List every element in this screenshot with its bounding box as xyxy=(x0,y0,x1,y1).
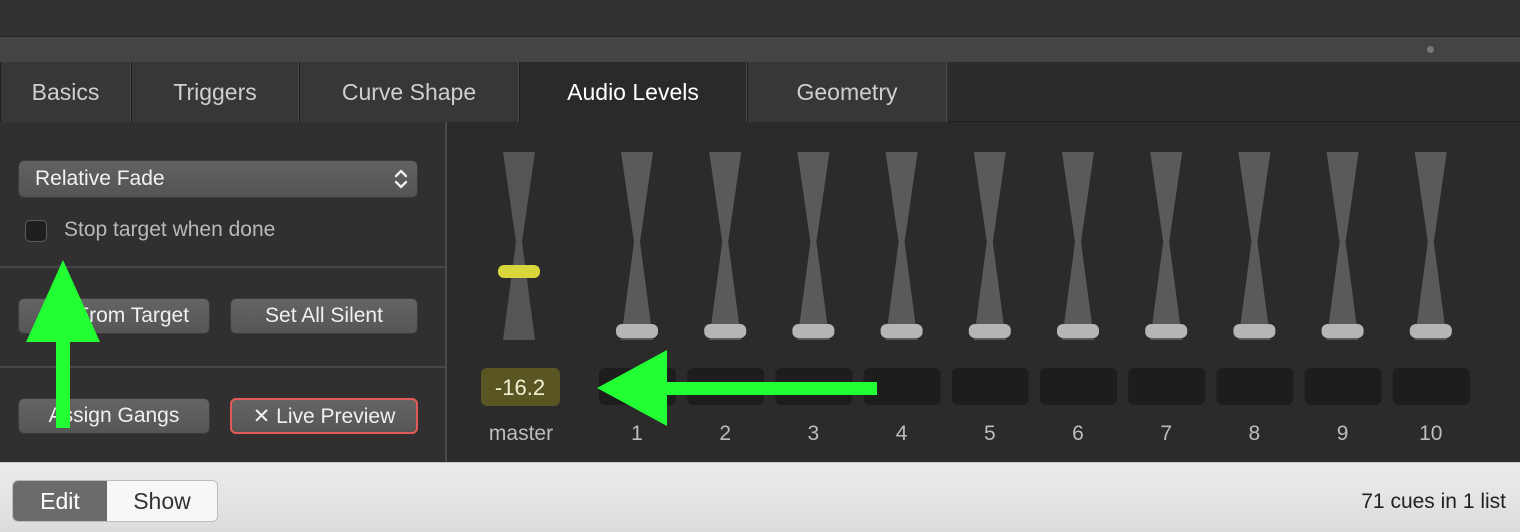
channel-fader-track[interactable] xyxy=(1326,152,1359,340)
channel-fader-6[interactable]: 6 xyxy=(1040,152,1117,445)
inspector-tab-bar: Basics Triggers Curve Shape Audio Levels… xyxy=(0,62,1520,122)
channel-label: 6 xyxy=(1072,422,1084,445)
annotation-arrow-left xyxy=(597,350,877,426)
channel-label: 4 xyxy=(896,422,908,445)
channel-fader-5[interactable]: 5 xyxy=(951,152,1029,445)
live-preview-button[interactable]: ✕ Live Preview xyxy=(230,398,418,434)
channel-fader-handle[interactable] xyxy=(1321,324,1364,338)
channel-fader-track[interactable] xyxy=(1150,152,1183,340)
stop-target-label: Stop target when done xyxy=(64,218,276,241)
master-level-value: -16.2 xyxy=(495,375,545,400)
channel-level-field[interactable] xyxy=(1392,368,1470,405)
fade-mode-value: Relative Fade xyxy=(35,167,165,190)
channel-fader-track[interactable] xyxy=(1238,152,1271,340)
channel-label: 2 xyxy=(719,422,731,445)
window-toolbar xyxy=(0,0,1520,36)
channel-fader-track[interactable] xyxy=(1414,152,1447,340)
show-mode-button[interactable]: Show xyxy=(107,481,217,521)
master-fader[interactable] xyxy=(498,152,540,340)
channel-level-field[interactable] xyxy=(1128,368,1206,405)
master-fader-handle[interactable] xyxy=(498,265,540,278)
cue-count-status: 71 cues in 1 list xyxy=(1361,490,1506,513)
channel-fader-2[interactable]: 2 xyxy=(687,152,765,445)
channel-level-field[interactable] xyxy=(1216,368,1294,405)
splitter-handle-icon[interactable] xyxy=(1427,46,1434,53)
channel-fader-3[interactable]: 3 xyxy=(775,152,853,445)
splitter-bar[interactable] xyxy=(0,36,1520,62)
bottom-status-bar: Edit Show 71 cues in 1 list xyxy=(0,462,1520,532)
channel-label: 3 xyxy=(808,422,820,445)
channel-level-field[interactable] xyxy=(951,368,1029,405)
channel-fader-handle[interactable] xyxy=(880,324,923,338)
edit-mode-button[interactable]: Edit xyxy=(13,481,107,521)
channel-fader-handle[interactable] xyxy=(1145,324,1188,338)
channel-fader-handle[interactable] xyxy=(704,324,747,338)
tab-geometry[interactable]: Geometry xyxy=(747,62,947,122)
tab-basics[interactable]: Basics xyxy=(0,62,131,122)
master-label: master xyxy=(489,422,553,445)
stop-target-checkbox[interactable] xyxy=(25,220,47,242)
tab-curve-shape[interactable]: Curve Shape xyxy=(299,62,519,122)
channel-label: 7 xyxy=(1160,422,1172,445)
annotation-arrow-up xyxy=(26,260,100,428)
channel-fader-9[interactable]: 9 xyxy=(1304,152,1382,445)
channel-fader-10[interactable]: 10 xyxy=(1392,152,1470,445)
chevron-up-down-icon xyxy=(394,169,408,189)
channel-label: 9 xyxy=(1337,422,1349,445)
fade-mode-select[interactable]: Relative Fade xyxy=(18,160,418,198)
channel-fader-track[interactable] xyxy=(797,152,830,340)
channel-fader-track[interactable] xyxy=(1062,152,1094,340)
channel-label: 8 xyxy=(1249,422,1261,445)
audio-levels-panel: -16.2 master 1 2 3 4 5 6 7 8 9 10 xyxy=(447,122,1520,462)
channel-label: 10 xyxy=(1419,422,1442,445)
master-fader-track[interactable] xyxy=(503,152,535,340)
tab-triggers[interactable]: Triggers xyxy=(131,62,299,122)
channel-fader-handle[interactable] xyxy=(1409,324,1452,338)
channel-fader-track[interactable] xyxy=(709,152,742,340)
channel-fader-7[interactable]: 7 xyxy=(1128,152,1206,445)
set-all-silent-button[interactable]: Set All Silent xyxy=(230,298,418,334)
channel-fader-4[interactable]: 4 xyxy=(863,152,941,445)
channel-fader-track[interactable] xyxy=(973,152,1006,340)
channel-fader-track[interactable] xyxy=(621,152,653,340)
channel-fader-8[interactable]: 8 xyxy=(1216,152,1294,445)
channel-fader-handle[interactable] xyxy=(1233,324,1276,338)
channel-fader-handle[interactable] xyxy=(792,324,835,338)
channel-label: 1 xyxy=(631,422,643,445)
channel-label: 5 xyxy=(984,422,996,445)
channel-level-field[interactable] xyxy=(1040,368,1117,405)
channel-level-field[interactable] xyxy=(1304,368,1382,405)
channel-fader-handle[interactable] xyxy=(1057,324,1099,338)
channel-fader-handle[interactable] xyxy=(968,324,1011,338)
channel-fader-track[interactable] xyxy=(885,152,918,340)
tab-audio-levels[interactable]: Audio Levels xyxy=(519,62,747,122)
channel-fader-handle[interactable] xyxy=(616,324,658,338)
edit-show-toggle[interactable]: Edit Show xyxy=(12,480,218,522)
